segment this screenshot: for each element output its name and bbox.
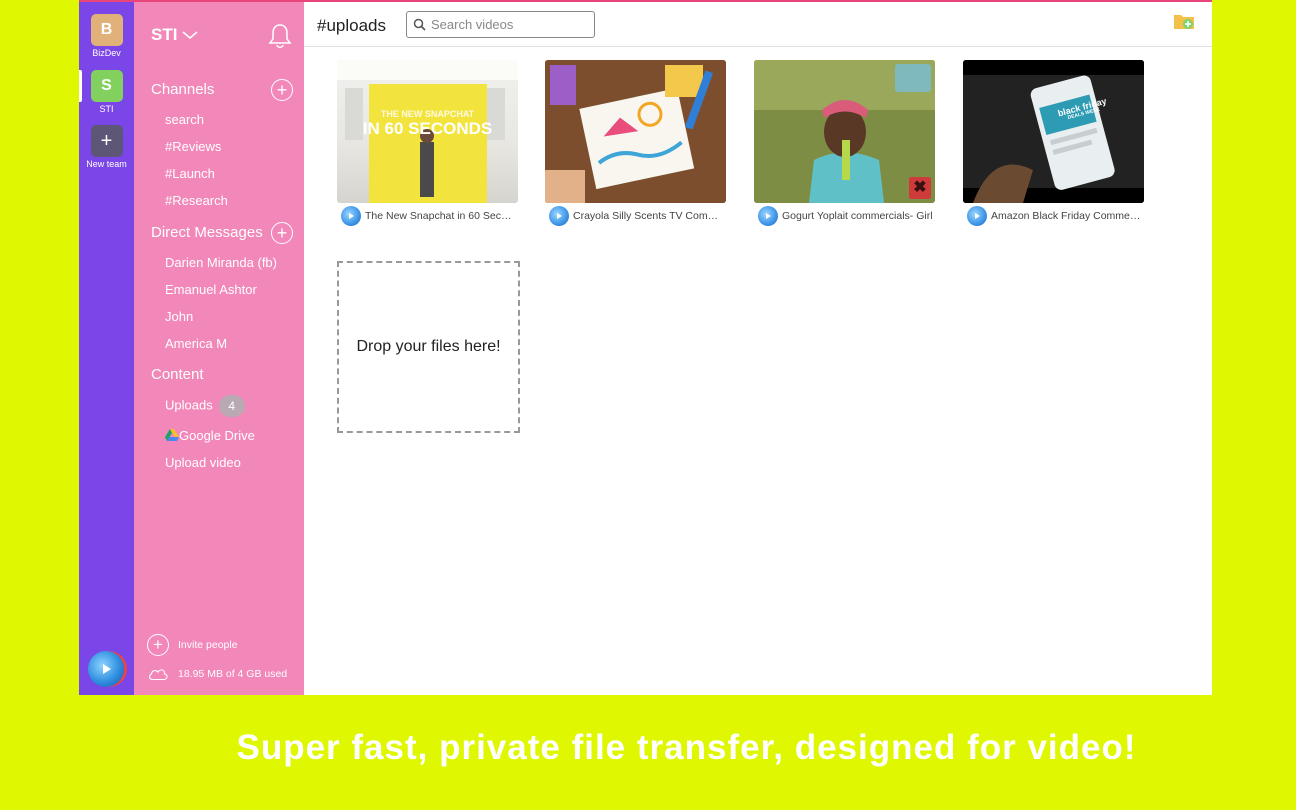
google-drive-icon bbox=[165, 429, 179, 441]
add-dm-button[interactable]: + bbox=[271, 222, 293, 244]
drop-zone-text: Drop your files here! bbox=[356, 338, 501, 355]
channel-item-research[interactable]: #Research bbox=[165, 193, 228, 208]
promo-tagline: Super fast, private file transfer, desig… bbox=[236, 728, 1137, 767]
video-card[interactable]: THE NEW SNAPCHAT IN 60 SECONDS The New S… bbox=[337, 60, 518, 226]
plus-icon: + bbox=[276, 223, 288, 243]
uploads-label: Uploads bbox=[165, 397, 213, 413]
logo-play-icon bbox=[103, 664, 111, 674]
content-item-uploads[interactable]: Uploads 4 bbox=[165, 395, 245, 417]
new-team-plus-icon: + bbox=[90, 125, 123, 157]
google-drive-label: Google Drive bbox=[179, 428, 255, 443]
app-logo-icon[interactable] bbox=[88, 651, 124, 687]
video-title: The New Snapchat in 60 Seconds bbox=[365, 210, 517, 222]
video-card[interactable]: black friday DEALS WEEK Amazon Black Fri… bbox=[963, 60, 1144, 226]
video-caption: Amazon Black Friday Commercial bbox=[963, 206, 1144, 226]
channel-item-launch[interactable]: #Launch bbox=[165, 166, 215, 181]
video-caption: The New Snapchat in 60 Seconds bbox=[337, 206, 518, 226]
video-thumbnail: black friday DEALS WEEK bbox=[963, 60, 1144, 203]
channel-item-search[interactable]: search bbox=[165, 112, 204, 127]
dm-item-darien[interactable]: Darien Miranda (fb) bbox=[165, 255, 277, 270]
dm-item-america[interactable]: America M bbox=[165, 336, 227, 351]
add-folder-icon[interactable] bbox=[1173, 12, 1197, 32]
team-bizdev[interactable]: B BizDev bbox=[79, 14, 134, 58]
top-bar: #uploads bbox=[304, 2, 1212, 47]
team-sti-tile: S bbox=[90, 70, 123, 102]
direct-messages-heading: Direct Messages bbox=[151, 224, 263, 241]
thumbnail-overlay-text: IN 60 SECONDS bbox=[362, 118, 493, 138]
uploads-count-badge: 4 bbox=[218, 395, 245, 417]
content-heading: Content bbox=[151, 366, 204, 383]
app-window: B BizDev S STI + New team STI Channels +… bbox=[79, 0, 1212, 695]
remove-video-button[interactable]: ✖ bbox=[909, 177, 931, 199]
video-card[interactable]: ✖ Gogurt Yoplait commercials- Girl bbox=[754, 60, 935, 226]
play-icon bbox=[967, 206, 987, 226]
team-bizdev-label: BizDev bbox=[92, 48, 121, 58]
new-team-button[interactable]: + New team bbox=[79, 125, 134, 169]
bell-icon[interactable] bbox=[267, 22, 293, 50]
cloud-icon bbox=[147, 663, 169, 685]
video-thumbnail: THE NEW SNAPCHAT IN 60 SECONDS bbox=[337, 60, 518, 203]
video-thumbnail: ✖ bbox=[754, 60, 935, 203]
play-icon bbox=[758, 206, 778, 226]
channel-item-reviews[interactable]: #Reviews bbox=[165, 139, 221, 154]
video-caption: Gogurt Yoplait commercials- Girl bbox=[754, 206, 935, 226]
channels-heading: Channels bbox=[151, 81, 215, 98]
dm-item-emanuel[interactable]: Emanuel Ashtor bbox=[165, 282, 257, 297]
team-rail: B BizDev S STI + New team bbox=[79, 2, 134, 695]
dm-item-john[interactable]: John bbox=[165, 309, 193, 324]
team-bizdev-tile: B bbox=[90, 14, 123, 46]
content-item-upload-video[interactable]: Upload video bbox=[165, 455, 241, 470]
team-sti[interactable]: S STI bbox=[79, 70, 134, 114]
search-icon bbox=[413, 18, 426, 31]
channel-title: #uploads bbox=[317, 16, 387, 35]
video-thumbnail bbox=[545, 60, 726, 203]
invite-people-label: Invite people bbox=[178, 639, 238, 651]
plus-icon: + bbox=[276, 80, 288, 100]
storage-usage: 18.95 MB of 4 GB used bbox=[147, 663, 287, 685]
video-card[interactable]: Crayola Silly Scents TV Commercial bbox=[545, 60, 726, 226]
search-box[interactable] bbox=[406, 11, 595, 38]
sidebar: STI Channels + search #Reviews #Launch #… bbox=[134, 2, 304, 695]
search-input[interactable] bbox=[431, 17, 581, 32]
invite-people-button[interactable]: + Invite people bbox=[147, 634, 238, 656]
add-channel-button[interactable]: + bbox=[271, 79, 293, 101]
chevron-down-icon bbox=[182, 31, 198, 40]
main-content: #uploads Search videos THE NEW SNAPCHAT … bbox=[304, 2, 1212, 695]
video-caption: Crayola Silly Scents TV Commercial bbox=[545, 206, 726, 226]
play-icon bbox=[549, 206, 569, 226]
video-title: Amazon Black Friday Commercial bbox=[991, 210, 1143, 222]
plus-circle-icon: + bbox=[147, 634, 169, 656]
team-name: STI bbox=[151, 25, 178, 44]
file-drop-zone[interactable]: Drop your files here! bbox=[337, 261, 520, 433]
team-sti-label: STI bbox=[99, 104, 114, 114]
close-icon: ✖ bbox=[913, 179, 927, 196]
play-icon bbox=[341, 206, 361, 226]
new-team-label: New team bbox=[86, 159, 127, 169]
video-title: Crayola Silly Scents TV Commercial bbox=[573, 210, 725, 222]
team-switcher[interactable]: STI bbox=[151, 25, 199, 45]
content-item-google-drive[interactable]: Google Drive bbox=[165, 428, 255, 443]
video-title: Gogurt Yoplait commercials- Girl bbox=[782, 210, 933, 222]
storage-label: 18.95 MB of 4 GB used bbox=[178, 668, 288, 680]
thumbnail-overlay-text: THE NEW SNAPCHAT bbox=[380, 109, 475, 119]
